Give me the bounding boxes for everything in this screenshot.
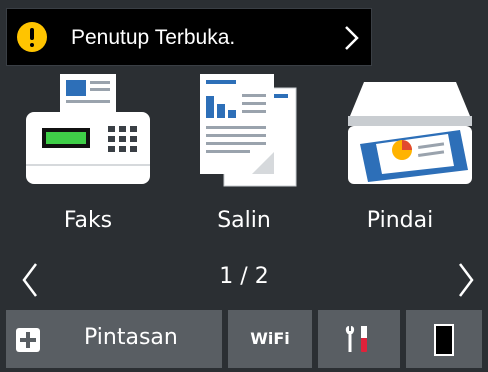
alert-banner[interactable]: Penutup Terbuka. bbox=[6, 8, 372, 66]
previous-page-arrow-icon[interactable] bbox=[20, 262, 40, 298]
wifi-button[interactable]: WiFi bbox=[228, 310, 312, 368]
scanner-icon bbox=[348, 82, 472, 184]
fax-app-button[interactable]: Faks bbox=[8, 70, 168, 240]
copy-documents-icon bbox=[200, 74, 297, 187]
alert-message: Penutup Terbuka. bbox=[71, 26, 236, 49]
warning-icon bbox=[17, 22, 47, 52]
chevron-right-icon bbox=[345, 26, 359, 50]
ink-toner-button[interactable] bbox=[406, 310, 482, 368]
wifi-label: WiFi bbox=[250, 329, 290, 348]
copy-label: Salin bbox=[217, 208, 271, 233]
next-page-arrow-icon[interactable] bbox=[456, 262, 476, 298]
copy-app-button[interactable]: Salin bbox=[164, 70, 324, 240]
settings-button[interactable] bbox=[318, 310, 400, 368]
scan-label: Pindai bbox=[366, 208, 434, 233]
shortcuts-button[interactable]: Pintasan bbox=[6, 310, 222, 368]
fax-label: Faks bbox=[63, 208, 113, 233]
scan-app-button[interactable]: Pindai bbox=[320, 70, 480, 240]
page-indicator: 1 / 2 bbox=[219, 264, 269, 289]
printer-home-screen: Penutup Terbuka. Faks Salin Pindai 1 / 2… bbox=[0, 0, 488, 372]
fax-machine-icon bbox=[26, 74, 150, 184]
settings-tools-icon bbox=[345, 326, 367, 352]
plus-icon bbox=[16, 328, 40, 352]
shortcuts-label: Pintasan bbox=[84, 325, 178, 350]
ink-toner-icon bbox=[434, 324, 454, 356]
